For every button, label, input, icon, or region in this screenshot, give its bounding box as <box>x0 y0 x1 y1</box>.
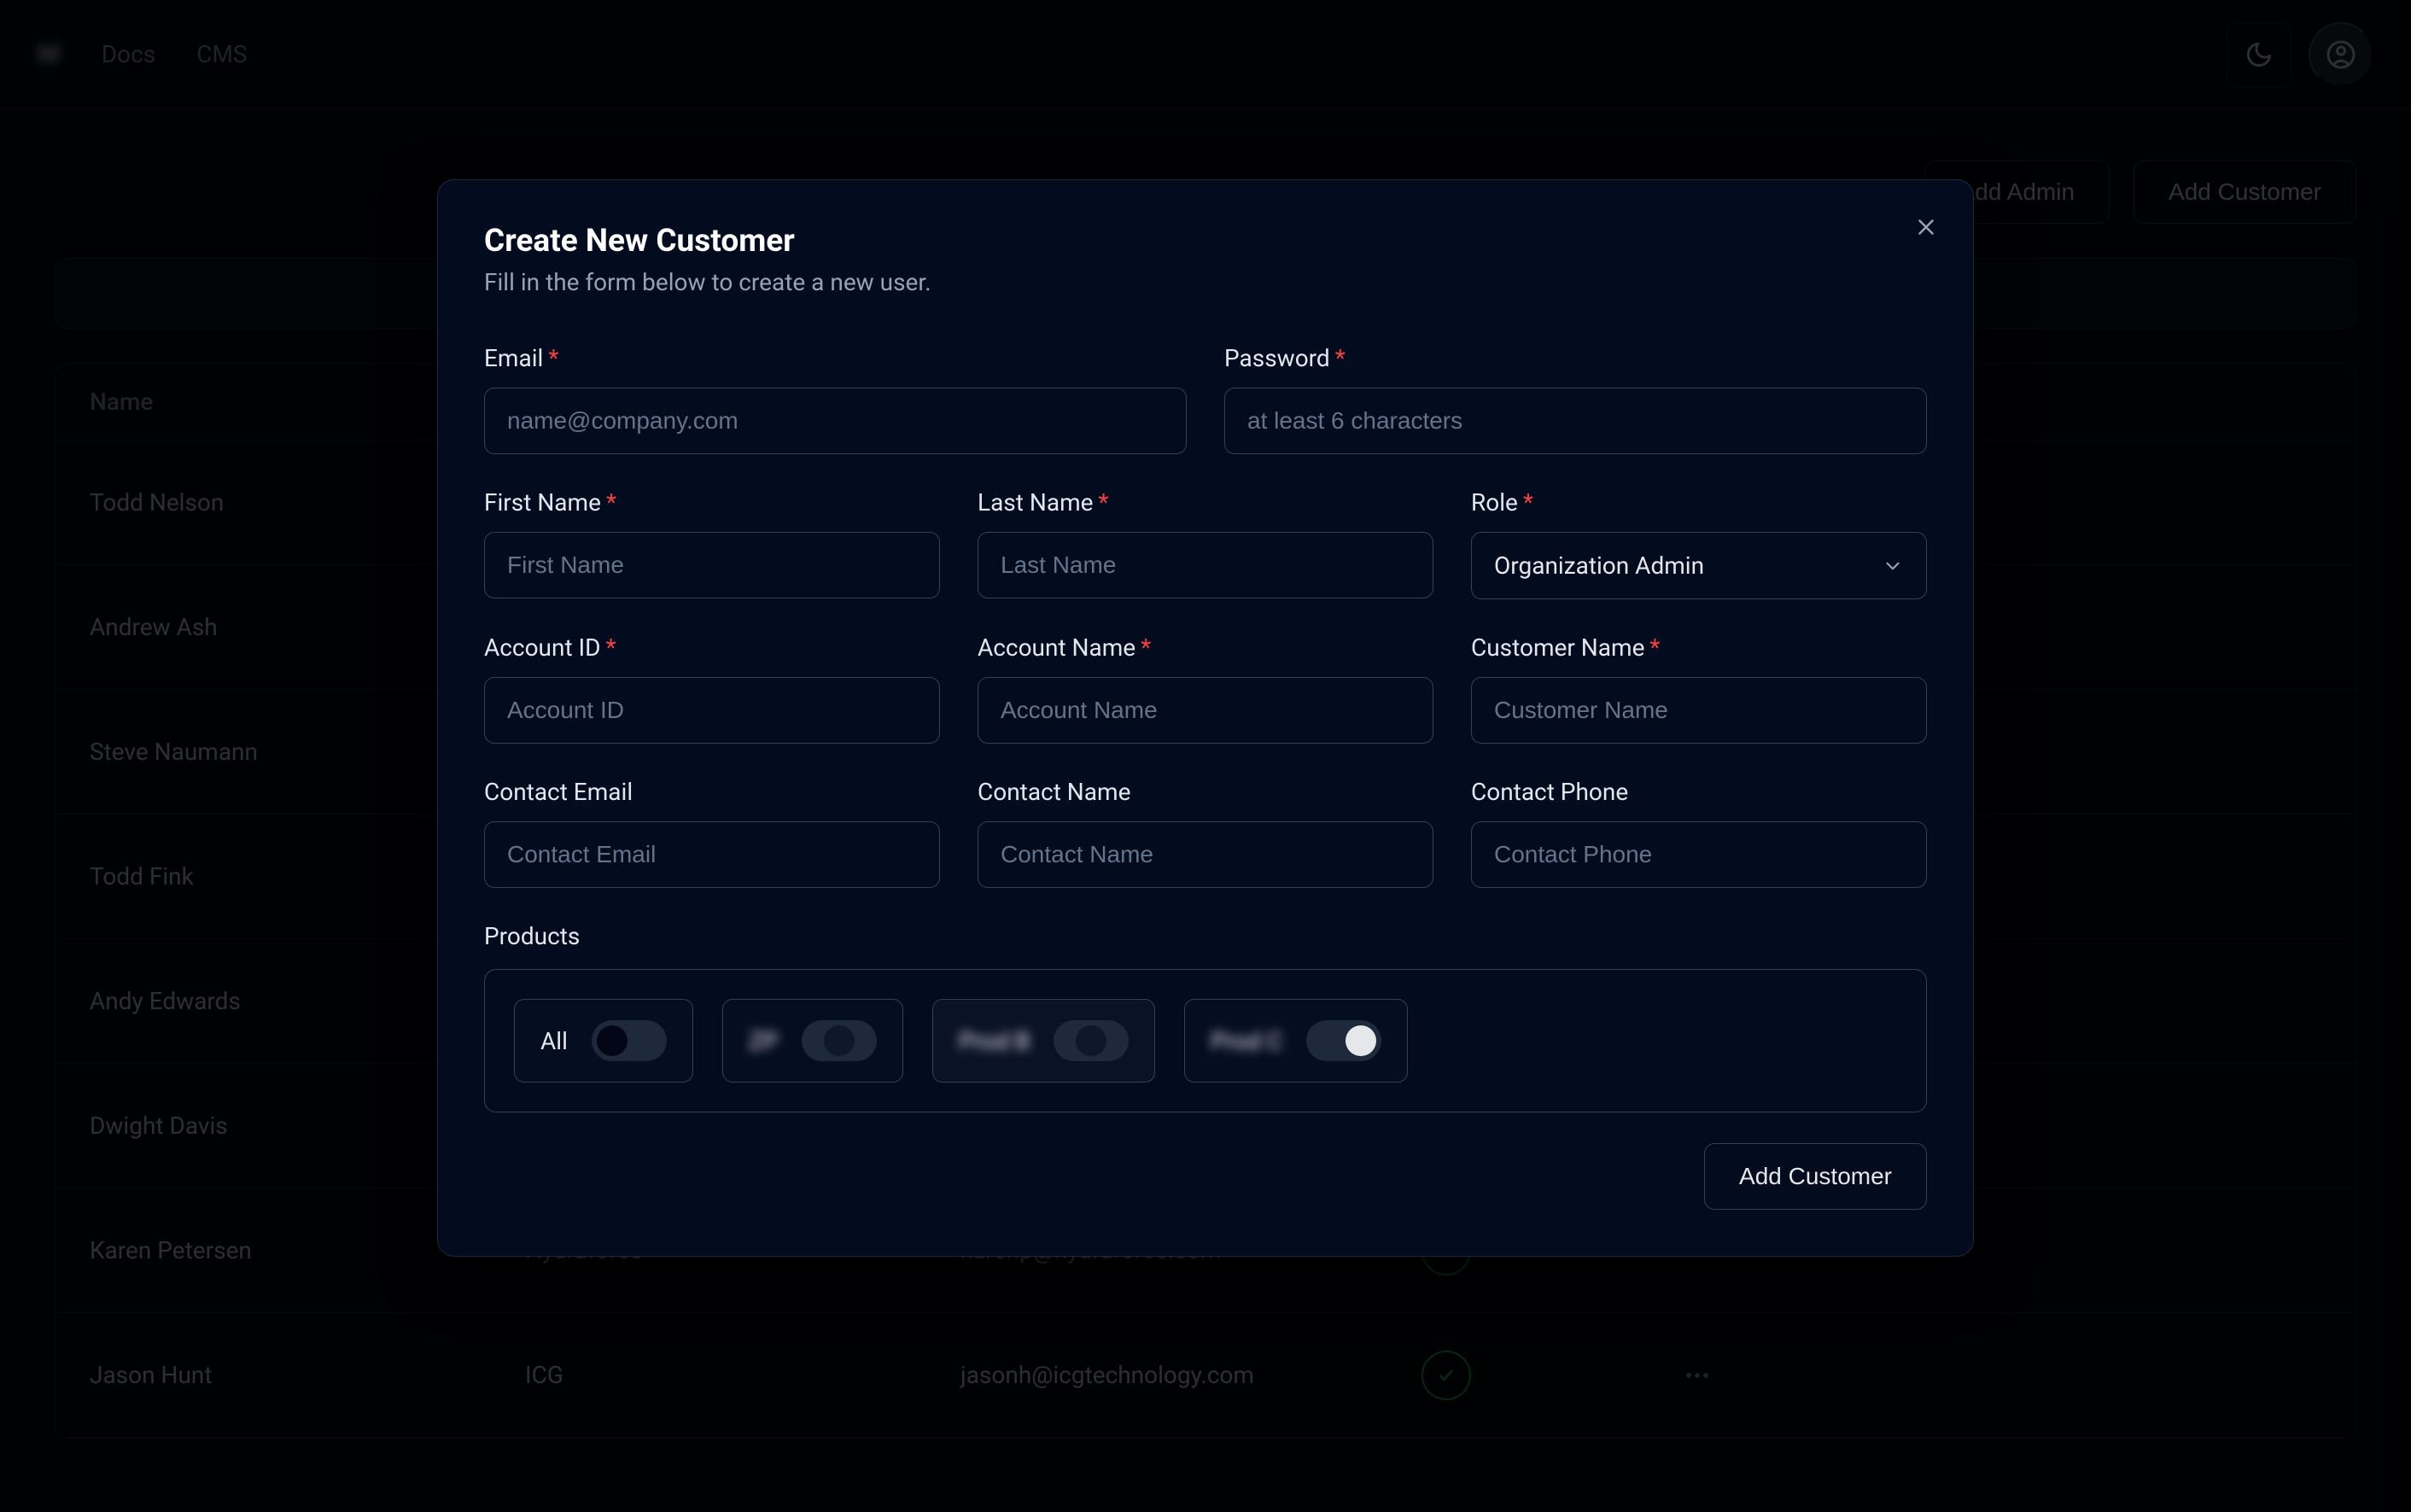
product-toggle[interactable] <box>1054 1020 1129 1061</box>
email-input[interactable] <box>484 388 1187 454</box>
submit-button[interactable]: Add Customer <box>1704 1143 1927 1210</box>
customer-name-label: Customer Name* <box>1471 633 1927 662</box>
role-select[interactable]: Organization Admin <box>1471 532 1927 599</box>
role-label: Role* <box>1471 488 1927 517</box>
account-id-label: Account ID* <box>484 633 940 662</box>
product-chip-label: Prod C <box>1211 1027 1282 1055</box>
last-name-input[interactable] <box>978 532 1433 598</box>
products-label: Products <box>484 922 1927 950</box>
close-icon <box>1913 214 1939 240</box>
contact-phone-label: Contact Phone <box>1471 778 1927 806</box>
product-chip-label: All <box>540 1027 568 1055</box>
password-label: Password* <box>1224 344 1927 372</box>
product-chip-label: ZP <box>749 1027 778 1055</box>
contact-name-label: Contact Name <box>978 778 1433 806</box>
role-select-value: Organization Admin <box>1494 552 1704 580</box>
email-label: Email* <box>484 344 1187 372</box>
product-chip[interactable]: ZP <box>722 999 903 1083</box>
products-picker: All ZP Prod B Prod C <box>484 969 1927 1112</box>
contact-email-input[interactable] <box>484 821 940 888</box>
password-input[interactable] <box>1224 388 1927 454</box>
customer-name-input[interactable] <box>1471 677 1927 744</box>
close-button[interactable] <box>1913 214 1939 240</box>
account-name-label: Account Name* <box>978 633 1433 662</box>
account-name-input[interactable] <box>978 677 1433 744</box>
account-id-input[interactable] <box>484 677 940 744</box>
contact-phone-input[interactable] <box>1471 821 1927 888</box>
modal-subtitle: Fill in the form below to create a new u… <box>484 268 1927 296</box>
product-chip-all[interactable]: All <box>514 999 693 1083</box>
product-toggle[interactable] <box>1306 1020 1381 1061</box>
first-name-label: First Name* <box>484 488 940 517</box>
product-toggle[interactable] <box>592 1020 667 1061</box>
last-name-label: Last Name* <box>978 488 1433 517</box>
product-toggle[interactable] <box>802 1020 877 1061</box>
modal-title: Create New Customer <box>484 223 1927 260</box>
product-chip-label: Prod B <box>959 1027 1030 1055</box>
product-chip[interactable]: Prod B <box>932 999 1155 1083</box>
chevron-down-icon <box>1882 555 1904 577</box>
create-customer-modal: Create New Customer Fill in the form bel… <box>437 179 1974 1257</box>
product-chip[interactable]: Prod C <box>1184 999 1408 1083</box>
contact-name-input[interactable] <box>978 821 1433 888</box>
contact-email-label: Contact Email <box>484 778 940 806</box>
first-name-input[interactable] <box>484 532 940 598</box>
